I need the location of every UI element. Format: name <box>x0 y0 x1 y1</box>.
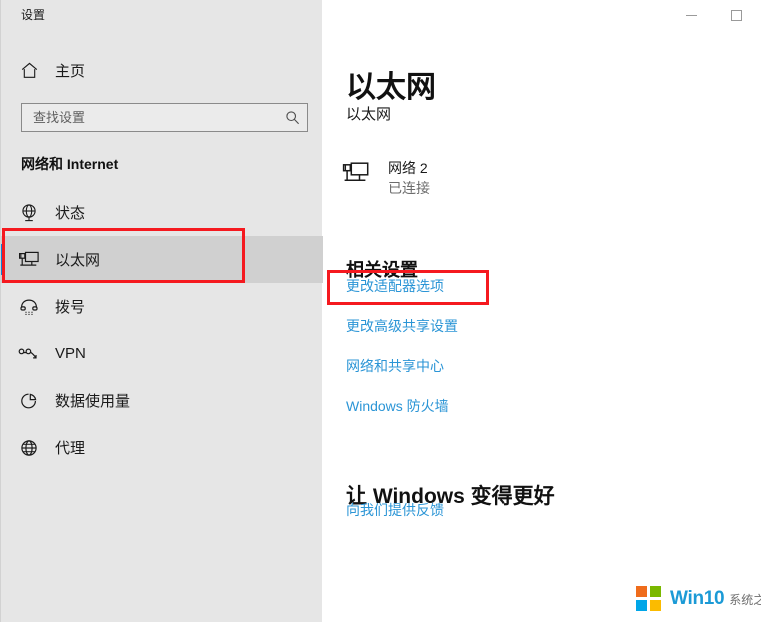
logo-square-top-left <box>636 586 647 597</box>
sidebar-item-status[interactable]: 状态 <box>1 189 323 236</box>
minimize-button[interactable] <box>668 0 714 30</box>
sidebar-item-label: 代理 <box>55 440 86 457</box>
link-windows-firewall[interactable]: Windows 防火墙 <box>346 397 449 415</box>
content-pane: 以太网 以太网 网络 2 已连接 相关设置 更改适配器选项 更改高级共享设置 网… <box>322 0 761 622</box>
logo-square-bottom-right <box>650 600 661 611</box>
home-button[interactable]: 主页 <box>1 52 323 88</box>
maximize-button[interactable] <box>713 0 759 30</box>
link-change-adapter-options[interactable]: 更改适配器选项 <box>346 277 444 295</box>
window-title: 设置 <box>21 8 46 22</box>
logo-square-top-right <box>650 586 661 597</box>
network-adapter-entry[interactable]: 网络 2 已连接 <box>342 158 430 198</box>
nav-list: 状态 以太网 拨号 VPN 数据使用量 代理 <box>1 189 323 471</box>
maximize-icon <box>730 9 742 21</box>
adapter-name: 网络 2 <box>388 160 428 176</box>
status-globe-icon <box>9 203 49 223</box>
minimize-icon <box>685 14 697 16</box>
adapter-text-group: 网络 2 已连接 <box>388 158 430 198</box>
dialup-phone-icon <box>9 297 49 317</box>
sidebar-item-dialup[interactable]: 拨号 <box>1 283 323 330</box>
adapter-status: 已连接 <box>388 180 430 196</box>
logo-square-bottom-left <box>636 600 647 611</box>
proxy-globe-icon <box>9 438 49 458</box>
nav-group-title: 网络和 Internet <box>21 156 119 172</box>
navigation-pane: 主页 网络和 Internet <box>0 0 323 622</box>
settings-window: 设置 主页 查找设置 网络和 Internet 状态 以太网 拨号 VPN 数据… <box>0 0 761 622</box>
sidebar-item-label: 拨号 <box>55 299 86 316</box>
home-label: 主页 <box>55 62 86 80</box>
section-label: 以太网 <box>346 106 392 123</box>
title-bar: 设置 <box>0 0 761 32</box>
sidebar-item-label: 数据使用量 <box>55 393 131 410</box>
watermark-brand: Win10 <box>670 588 725 609</box>
page-title: 以太网 <box>346 71 436 105</box>
sidebar-item-ethernet[interactable]: 以太网 <box>1 236 323 283</box>
sidebar-item-vpn[interactable]: VPN <box>1 330 323 377</box>
link-change-advanced-sharing[interactable]: 更改高级共享设置 <box>346 317 458 335</box>
related-settings-links: 更改适配器选项 更改高级共享设置 网络和共享中心 Windows 防火墙 <box>346 277 726 437</box>
link-give-feedback[interactable]: 向我们提供反馈 <box>346 501 444 519</box>
search-box[interactable] <box>21 103 308 132</box>
link-network-sharing-center[interactable]: 网络和共享中心 <box>346 357 444 375</box>
sidebar-item-data-usage[interactable]: 数据使用量 <box>1 377 323 424</box>
ethernet-adapter-icon <box>342 158 382 187</box>
windows-logo-icon <box>636 586 662 612</box>
sidebar-item-proxy[interactable]: 代理 <box>1 424 323 471</box>
home-icon <box>9 61 49 80</box>
sidebar-item-label: VPN <box>55 345 86 362</box>
ethernet-icon <box>9 250 49 270</box>
watermark: Win10 系统之家 <box>636 586 761 612</box>
watermark-subtitle: 系统之家 <box>729 593 761 607</box>
sidebar-item-label: 状态 <box>55 205 86 222</box>
data-usage-pie-icon <box>9 391 49 411</box>
search-input[interactable] <box>22 104 277 131</box>
search-icon[interactable] <box>277 110 307 125</box>
watermark-text: Win10 系统之家 <box>670 589 761 609</box>
vpn-icon <box>9 346 49 362</box>
sidebar-item-label: 以太网 <box>55 252 101 269</box>
